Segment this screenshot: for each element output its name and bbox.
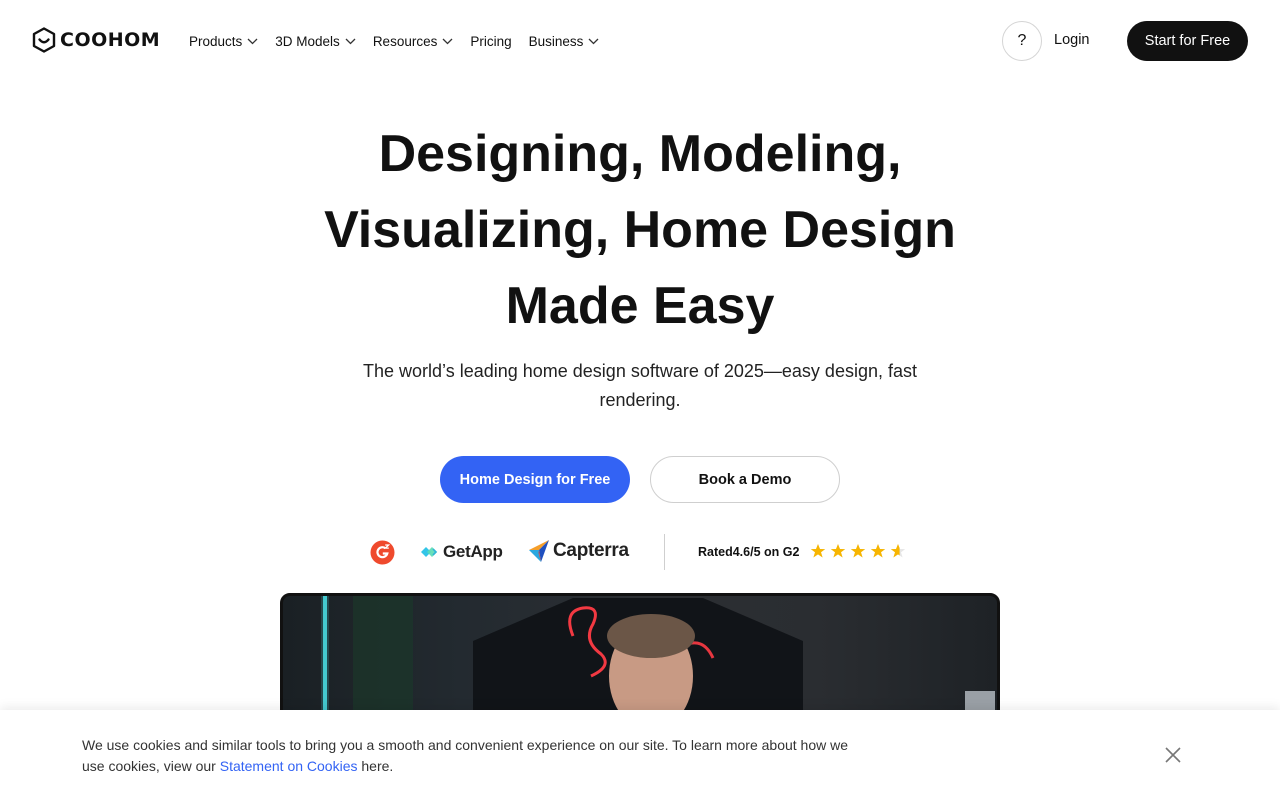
main-nav: Products 3D Models Resources Pricing Bus… bbox=[189, 32, 616, 50]
nav-item-label: Business bbox=[528, 33, 584, 49]
hero-title: Designing, Modeling, Visualizing, Home D… bbox=[240, 116, 1040, 344]
coohom-logo[interactable]: COOHOM bbox=[32, 27, 160, 53]
chevron-down-icon bbox=[442, 38, 453, 44]
cookie-text-before: We use cookies and similar tools to brin… bbox=[82, 737, 849, 774]
nav-item-label: Pricing bbox=[470, 33, 512, 49]
nav-item-pricing[interactable]: Pricing bbox=[470, 32, 511, 50]
star-icon bbox=[830, 544, 846, 558]
hero-title-line: Visualizing, Home Design bbox=[324, 201, 956, 259]
star-icon bbox=[810, 544, 826, 558]
chevron-down-icon bbox=[588, 38, 599, 44]
close-icon[interactable] bbox=[1162, 744, 1184, 766]
logo-text: COOHOM bbox=[60, 29, 161, 51]
capterra-label: Capterra bbox=[553, 540, 629, 561]
book-demo-button[interactable]: Book a Demo bbox=[650, 456, 840, 503]
capterra-logo: Capterra bbox=[528, 539, 629, 563]
g2-logo-icon bbox=[370, 540, 395, 565]
help-button[interactable]: ? bbox=[1002, 21, 1042, 61]
nav-item-label: 3D Models bbox=[275, 33, 340, 49]
hero-title-line: Made Easy bbox=[505, 277, 775, 335]
ratings-row: GetApp Capterra Rated4.6/5 on G2 bbox=[370, 534, 910, 570]
star-icon bbox=[890, 544, 906, 558]
star-icon bbox=[850, 544, 866, 558]
g2-rating-text: Rated4.6/5 on G2 bbox=[698, 545, 800, 559]
nav-item-business[interactable]: Business bbox=[529, 32, 600, 50]
nav-item-label: Products bbox=[189, 33, 243, 49]
hero-title-line: Designing, Modeling, bbox=[378, 125, 902, 183]
logo-icon bbox=[32, 27, 56, 53]
getapp-label: GetApp bbox=[443, 542, 503, 561]
star-icon bbox=[870, 544, 886, 558]
nav-item-3d-models[interactable]: 3D Models bbox=[275, 32, 356, 50]
ratings-divider bbox=[664, 534, 665, 570]
nav-item-products[interactable]: Products bbox=[189, 32, 258, 50]
hero-video[interactable] bbox=[280, 593, 1000, 723]
chevron-down-icon bbox=[247, 38, 258, 44]
nav-item-resources[interactable]: Resources bbox=[373, 32, 454, 50]
cookie-banner: We use cookies and similar tools to brin… bbox=[0, 710, 1280, 800]
login-link[interactable]: Login bbox=[1054, 32, 1089, 48]
home-design-free-button[interactable]: Home Design for Free bbox=[440, 456, 630, 503]
chevron-down-icon bbox=[345, 38, 356, 44]
video-scene-icon bbox=[321, 596, 995, 720]
site-header: COOHOM Products 3D Models Resources Pric… bbox=[0, 0, 1280, 82]
start-for-free-button[interactable]: Start for Free bbox=[1127, 21, 1248, 61]
getapp-icon bbox=[421, 547, 438, 557]
hero-subtitle: The world’s leading home design software… bbox=[363, 361, 917, 410]
getapp-logo: GetApp bbox=[420, 542, 503, 562]
cookie-text: We use cookies and similar tools to brin… bbox=[82, 735, 872, 777]
cookie-text-after: here. bbox=[357, 758, 394, 774]
capterra-icon bbox=[529, 540, 549, 562]
video-frame bbox=[283, 596, 997, 720]
nav-item-label: Resources bbox=[372, 33, 438, 49]
star-rating bbox=[810, 543, 906, 559]
cookie-statement-link[interactable]: Statement on Cookies bbox=[220, 758, 358, 774]
